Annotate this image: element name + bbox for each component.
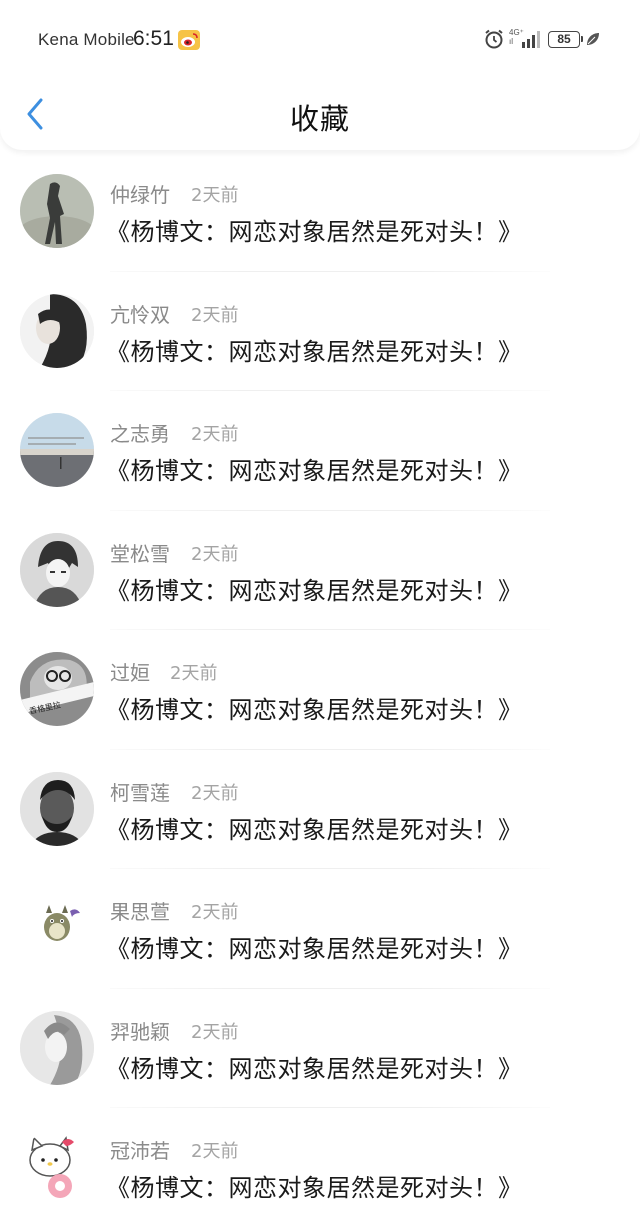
post-time: 2天前 — [191, 185, 239, 206]
status-bar: Kena Mobile 6:51 4G⁺ ıl 85 — [0, 0, 640, 80]
post-time: 2天前 — [191, 1021, 239, 1043]
post-time: 2天前 — [191, 304, 239, 326]
post-title[interactable]: 《杨博文：网恋对象居然是死对头！》 — [106, 810, 523, 845]
user-name: 之志勇 — [110, 422, 170, 446]
avatar[interactable] — [20, 891, 94, 965]
favorites-list: 仲绿竹 2天前 《杨博文：网恋对象居然是死对头！》 亢怜双 2天前 《杨博文：网… — [0, 152, 640, 1221]
user-name: 过姮 — [110, 661, 150, 685]
avatar[interactable] — [20, 1130, 94, 1204]
post-time: 2天前 — [191, 424, 239, 445]
user-name: 亢怜双 — [110, 302, 170, 327]
carrier-name: Kena Mobile — [38, 30, 135, 49]
page-title: 收藏 — [289, 102, 350, 136]
list-item[interactable]: 羿驰颖 2天前 《杨博文：网恋对象居然是死对头！》 — [0, 989, 640, 1108]
post-time: 2天前 — [191, 1141, 239, 1162]
post-title[interactable]: 《杨博文：网恋对象居然是死对头！》 — [106, 571, 523, 606]
list-item[interactable]: 仲绿竹 2天前 《杨博文：网恋对象居然是死对头！》 — [0, 152, 640, 272]
post-title[interactable]: 《杨博文：网恋对象居然是死对头！》 — [106, 690, 523, 725]
post-time: 2天前 — [191, 902, 239, 923]
avatar[interactable] — [20, 532, 94, 607]
list-item[interactable]: 果思萱 2天前 《杨博文：网恋对象居然是死对头！》 — [0, 869, 640, 989]
avatar[interactable] — [20, 1010, 94, 1085]
post-title[interactable]: 《杨博文：网恋对象居然是死对头！》 — [106, 451, 523, 486]
user-name: 羿驰颖 — [110, 1019, 170, 1044]
signal-strength-icon — [521, 30, 543, 48]
list-item[interactable]: 柯雪莲 2天前 《杨博文：网恋对象居然是死对头！》 — [0, 750, 640, 869]
avatar[interactable] — [20, 413, 94, 487]
alarm-clock-icon — [483, 28, 505, 50]
avatar[interactable] — [20, 174, 94, 248]
list-item[interactable]: 香格里拉 过姮 2天前 《杨博文：网恋对象居然是死对头！》 — [0, 630, 640, 750]
user-name: 冠沛若 — [110, 1139, 170, 1163]
header: Kena Mobile 6:51 4G⁺ ıl 85 收藏 — [0, 0, 640, 150]
user-name: 仲绿竹 — [110, 183, 170, 207]
list-item[interactable]: 冠沛若 2天前 《杨博文：网恋对象居然是死对头！》 — [0, 1108, 640, 1221]
post-time: 2天前 — [170, 663, 218, 684]
battery-indicator: 85 — [548, 31, 583, 48]
avatar[interactable] — [20, 771, 94, 846]
favorites-page: Kena Mobile 6:51 4G⁺ ıl 85 收藏 仲绿竹 2天前 《杨… — [0, 0, 640, 1221]
avatar[interactable]: 香格里拉 — [20, 652, 94, 726]
clock-time: 6:51 — [133, 27, 174, 50]
post-title[interactable]: 《杨博文：网恋对象居然是死对头！》 — [106, 332, 523, 367]
user-name: 果思萱 — [110, 900, 170, 924]
navigation-bar: 收藏 — [0, 80, 640, 150]
post-time: 2天前 — [191, 782, 239, 804]
list-item[interactable]: 亢怜双 2天前 《杨博文：网恋对象居然是死对头！》 — [0, 272, 640, 391]
post-title[interactable]: 《杨博文：网恋对象居然是死对头！》 — [106, 1168, 523, 1203]
post-time: 2天前 — [191, 543, 239, 565]
user-name: 柯雪莲 — [110, 780, 170, 805]
user-name: 堂松雪 — [110, 541, 170, 566]
post-title[interactable]: 《杨博文：网恋对象居然是死对头！》 — [106, 929, 523, 964]
avatar[interactable] — [20, 293, 94, 368]
weibo-icon — [178, 30, 200, 50]
post-title[interactable]: 《杨博文：网恋对象居然是死对头！》 — [106, 1049, 523, 1084]
list-item[interactable]: 堂松雪 2天前 《杨博文：网恋对象居然是死对头！》 — [0, 511, 640, 630]
post-title[interactable]: 《杨博文：网恋对象居然是死对头！》 — [106, 212, 523, 247]
list-item[interactable]: 之志勇 2天前 《杨博文：网恋对象居然是死对头！》 — [0, 391, 640, 511]
power-saving-leaf-icon — [585, 31, 601, 47]
